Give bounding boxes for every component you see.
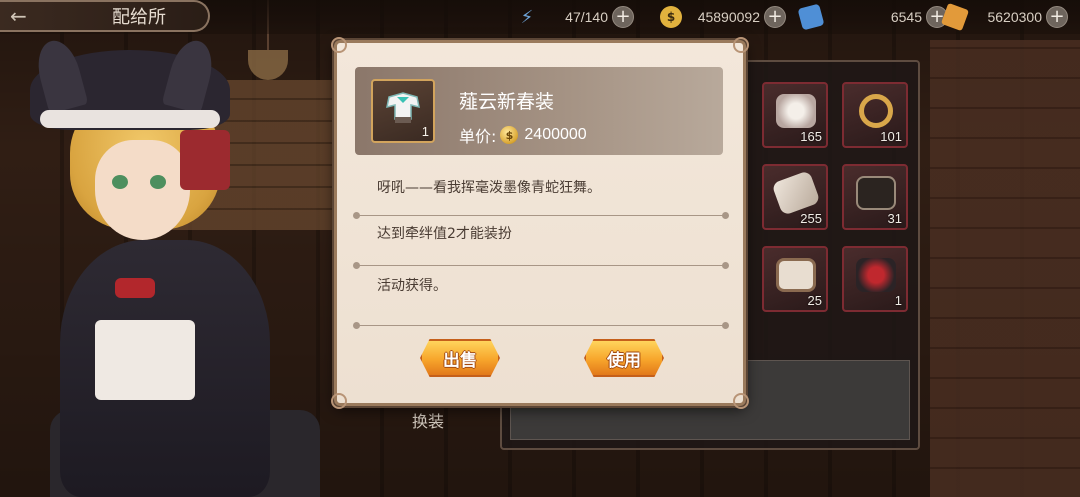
slot-count: 25 — [807, 293, 822, 308]
divider — [353, 262, 729, 269]
add-gold-button[interactable]: + — [764, 6, 786, 28]
item-icon-frame: 1 — [371, 79, 435, 143]
page-title: 配给所 — [112, 7, 166, 28]
add-crystal-button[interactable]: + — [1046, 6, 1068, 28]
item-count: 1 — [421, 124, 429, 139]
back-button[interactable]: ← 配给所 — [0, 0, 210, 32]
add-stamina-button[interactable]: + — [612, 6, 634, 28]
blue-ticket-icon — [797, 3, 825, 31]
character-eye-right — [150, 175, 166, 189]
inventory-slot[interactable]: 255 — [762, 164, 828, 230]
corner-ornament — [733, 37, 749, 53]
slot-count: 31 — [887, 211, 902, 226]
corner-ornament — [331, 393, 347, 409]
stamina-value: 47/140 — [565, 9, 608, 25]
outfit-icon — [386, 92, 420, 123]
item-requirement: 达到牵绊值2才能装扮 — [377, 226, 512, 242]
corner-ornament — [331, 37, 347, 53]
ornate-box-icon — [856, 176, 896, 210]
top-bar: ← 配给所 ⚡ 47/140 + $ 45890092 + 6545 + 562… — [0, 0, 1080, 34]
character-illustration — [0, 20, 320, 497]
lightning-icon: ⚡ — [520, 6, 534, 28]
divider — [353, 212, 729, 219]
resource-crystal: 5620300 + — [940, 2, 1068, 32]
character-apron — [95, 320, 195, 400]
gold-coin-icon: $ — [500, 126, 519, 144]
use-button[interactable]: 使用 — [584, 339, 664, 377]
resource-gold: $ 45890092 + — [660, 4, 786, 30]
slot-count: 165 — [800, 129, 822, 144]
photo-frame-icon — [776, 258, 816, 292]
amber-crystal-icon — [940, 2, 970, 32]
character-face — [95, 140, 190, 240]
price-label: 单价: — [459, 127, 497, 146]
slot-count: 255 — [800, 211, 822, 226]
character-hat-brim — [40, 110, 220, 128]
back-arrow-icon: ← — [10, 4, 27, 28]
crystal-value: 5620300 — [987, 9, 1042, 25]
inventory-slot[interactable]: 165 — [762, 82, 828, 148]
outfit-icon — [856, 258, 896, 292]
price-value: 2400000 — [524, 126, 587, 143]
scroll-icon — [771, 170, 821, 216]
inventory-slot[interactable]: 1 — [842, 246, 908, 312]
item-source: 活动获得。 — [377, 278, 447, 294]
corner-ornament — [733, 393, 749, 409]
ticket-value: 6545 — [890, 9, 922, 25]
resource-stamina: ⚡ 47/140 + — [516, 4, 634, 30]
wooden-wall-decor — [930, 40, 1080, 497]
item-price: 单价: $ 2400000 — [459, 123, 587, 147]
inventory-slot[interactable]: 101 — [842, 82, 908, 148]
sell-button[interactable]: 出售 — [420, 339, 500, 377]
character-ribbon — [180, 130, 230, 190]
character-bow — [115, 278, 155, 298]
inventory-slot[interactable]: 31 — [842, 164, 908, 230]
resource-ticket: 6545 + — [797, 3, 948, 31]
ring-box-icon — [776, 94, 816, 128]
item-description: 呀吼——看我挥毫泼墨像青蛇狂舞。 — [377, 180, 601, 196]
item-detail-modal: 1 薤云新春装 单价: $ 2400000 呀吼——看我挥毫泼墨像青蛇狂舞。 达… — [331, 37, 749, 409]
item-header: 1 薤云新春装 单价: $ 2400000 — [355, 67, 723, 155]
gold-coin-icon: $ — [660, 6, 682, 28]
item-name: 薤云新春装 — [459, 91, 555, 113]
inventory-slot[interactable]: 25 — [762, 246, 828, 312]
gem-ring-icon — [859, 94, 893, 128]
gold-value: 45890092 — [697, 9, 760, 25]
character-eye-left — [112, 175, 128, 189]
slot-count: 1 — [894, 293, 902, 308]
change-outfit-label[interactable]: 换装 — [412, 408, 444, 432]
divider — [353, 322, 729, 329]
slot-count: 101 — [880, 129, 902, 144]
